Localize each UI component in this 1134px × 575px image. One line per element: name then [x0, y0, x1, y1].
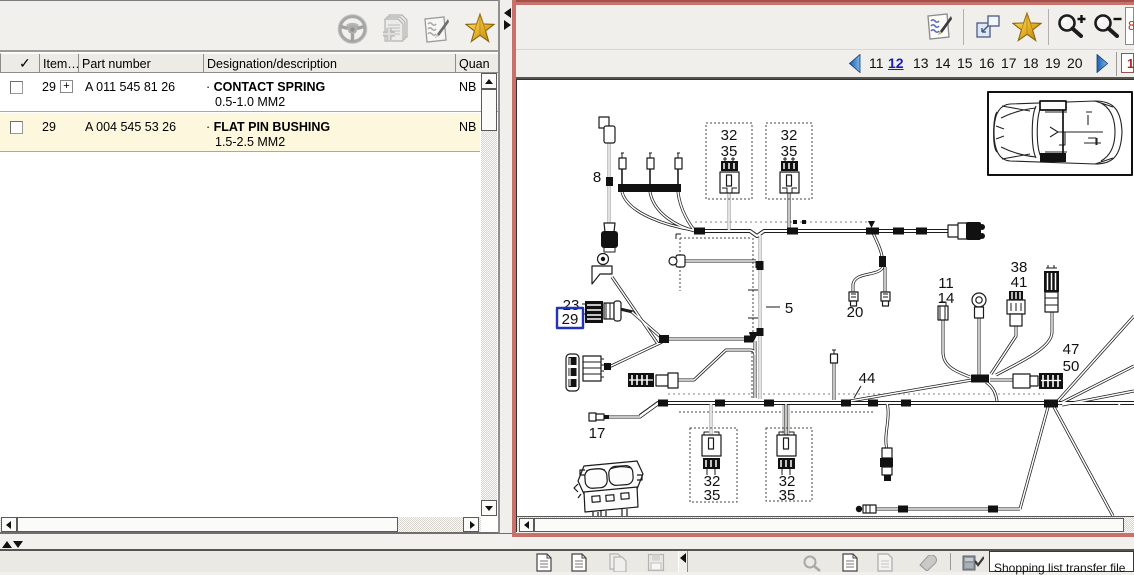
- svg-text:41: 41: [1011, 274, 1028, 291]
- svg-text:5: 5: [785, 300, 793, 317]
- svg-text:35: 35: [779, 487, 796, 504]
- svg-text:50: 50: [1063, 358, 1080, 375]
- svg-text:35: 35: [781, 143, 798, 160]
- svg-text:47: 47: [1063, 341, 1080, 358]
- svg-text:32: 32: [721, 127, 738, 144]
- svg-text:32: 32: [781, 127, 798, 144]
- svg-text:20: 20: [847, 304, 864, 321]
- svg-text:14: 14: [938, 290, 955, 307]
- svg-text:29: 29: [562, 311, 579, 328]
- svg-text:44: 44: [859, 370, 876, 387]
- svg-text:17: 17: [589, 425, 606, 442]
- svg-text:8: 8: [593, 169, 601, 186]
- svg-text:35: 35: [704, 487, 721, 504]
- svg-text:35: 35: [721, 143, 738, 160]
